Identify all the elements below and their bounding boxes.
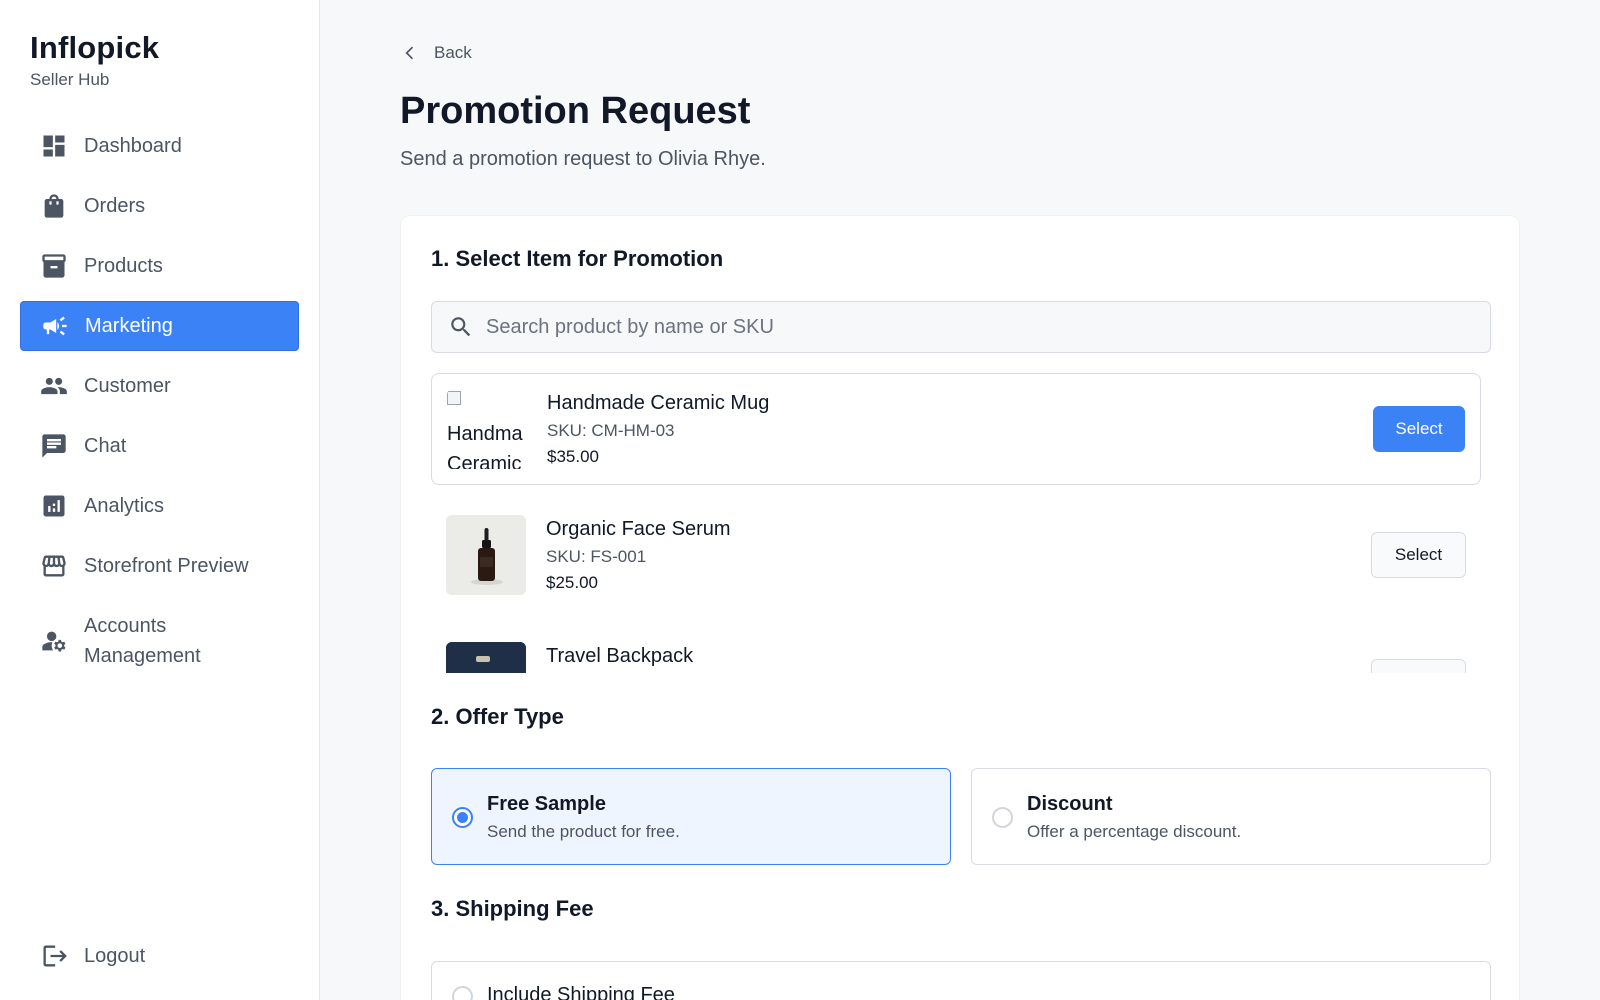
offer-title: Free Sample <box>487 793 606 815</box>
broken-image-icon <box>447 391 461 405</box>
analytics-icon <box>40 492 68 520</box>
sidebar-item-orders[interactable]: Orders <box>20 181 299 231</box>
product-item[interactable]: Travel Backpack Select <box>431 627 1481 673</box>
logout-icon <box>40 942 68 970</box>
sidebar-item-accounts-management[interactable]: Accounts Management <box>20 601 299 681</box>
brand: Inflopick Seller Hub <box>30 30 159 90</box>
sidebar: Inflopick Seller Hub Dashboard Orders Pr… <box>0 0 320 1000</box>
product-name: Organic Face Serum <box>546 518 731 540</box>
offer-description: Send the product for free. <box>487 822 680 841</box>
search-input[interactable] <box>486 315 1446 339</box>
product-image <box>446 515 526 595</box>
product-image <box>446 642 526 673</box>
image-alt-text: Ceramic <box>447 453 522 469</box>
product-image: Handma Ceramic <box>447 389 527 469</box>
sidebar-item-label: Products <box>84 254 163 277</box>
logout-button[interactable]: Logout <box>20 931 299 981</box>
logout-label: Logout <box>84 944 146 967</box>
brand-name: Inflopick <box>30 30 160 65</box>
chat-icon <box>40 432 68 460</box>
sidebar-item-label: Customer <box>84 374 171 397</box>
select-button[interactable]: Select <box>1371 532 1466 578</box>
sidebar-item-label: Analytics <box>84 494 165 517</box>
sidebar-item-dashboard[interactable]: Dashboard <box>20 121 299 171</box>
product-sku: SKU: FS-001 <box>546 547 647 566</box>
sidebar-item-chat[interactable]: Chat <box>20 421 299 471</box>
sidebar-item-label: Dashboard <box>84 134 182 157</box>
offer-option-discount[interactable]: Discount Offer a percentage discount. <box>971 768 1491 865</box>
section-title-select-item: 1. Select Item for Promotion <box>431 246 724 271</box>
product-info: Travel Backpack <box>546 645 693 668</box>
product-search[interactable] <box>431 301 1491 353</box>
sidebar-item-label: Storefront Preview <box>84 554 249 577</box>
people-icon <box>40 372 68 400</box>
shipping-fee-label: Include Shipping Fee <box>487 984 675 1000</box>
product-sku: SKU: CM-HM-03 <box>547 421 675 440</box>
sidebar-item-label: Marketing <box>85 314 173 337</box>
image-alt-text: Handma <box>447 423 523 445</box>
offer-option-free-sample[interactable]: Free Sample Send the product for free. <box>431 768 951 865</box>
serum-bottle-image <box>446 515 526 595</box>
megaphone-icon <box>41 312 69 340</box>
storefront-icon <box>40 552 68 580</box>
brand-subtitle: Seller Hub <box>30 70 110 89</box>
sidebar-item-analytics[interactable]: Analytics <box>20 481 299 531</box>
sidebar-item-marketing[interactable]: Marketing <box>20 301 299 351</box>
offer-description: Offer a percentage discount. <box>1027 822 1242 841</box>
product-item[interactable]: Handma Ceramic Handmade Ceramic Mug SKU:… <box>431 373 1481 485</box>
radio-unselected[interactable] <box>992 807 1013 828</box>
sidebar-item-products[interactable]: Products <box>20 241 299 291</box>
product-name: Travel Backpack <box>546 645 694 667</box>
promotion-form-card: 1. Select Item for Promotion Handma Cera… <box>400 215 1520 1000</box>
product-price: $35.00 <box>547 447 599 466</box>
offer-title: Discount <box>1027 793 1113 815</box>
product-info: Organic Face Serum SKU: FS-001 $25.00 <box>546 518 731 593</box>
sidebar-item-storefront-preview[interactable]: Storefront Preview <box>20 541 299 591</box>
back-link[interactable]: Back <box>400 43 472 63</box>
back-label: Back <box>434 43 472 62</box>
section-title-offer-type: 2. Offer Type <box>431 704 564 729</box>
page-subtitle: Send a promotion request to Olivia Rhye. <box>400 148 766 170</box>
radio-selected[interactable] <box>452 807 473 828</box>
shopping-bag-icon <box>40 192 68 220</box>
dashboard-icon <box>40 132 68 160</box>
product-price: $25.00 <box>546 573 598 592</box>
page-title: Promotion Request <box>400 90 751 132</box>
select-button[interactable]: Select <box>1371 659 1466 673</box>
search-icon <box>451 317 471 337</box>
select-button[interactable]: Select <box>1373 406 1465 452</box>
product-name: Handmade Ceramic Mug <box>547 392 770 414</box>
sidebar-item-label: Chat <box>84 434 127 457</box>
product-info: Handmade Ceramic Mug SKU: CM-HM-03 $35.0… <box>547 392 769 467</box>
product-list: Handma Ceramic Handmade Ceramic Mug SKU:… <box>431 373 1491 673</box>
chevron-left-icon <box>405 46 414 60</box>
sidebar-item-customer[interactable]: Customer <box>20 361 299 411</box>
product-item[interactable]: Organic Face Serum SKU: FS-001 $25.00 Se… <box>431 500 1481 612</box>
shipping-fee-option[interactable]: Include Shipping Fee <box>431 961 1491 1000</box>
section-title-shipping-fee: 3. Shipping Fee <box>431 896 594 921</box>
backpack-image <box>446 642 526 673</box>
sidebar-nav: Dashboard Orders Products Marketing Cust… <box>20 121 299 691</box>
sidebar-item-label: Accounts Management <box>84 615 201 667</box>
archive-box-icon <box>40 252 68 280</box>
manage-accounts-icon <box>40 627 68 655</box>
sidebar-item-label: Orders <box>84 194 146 217</box>
radio-unselected[interactable] <box>452 986 473 1000</box>
